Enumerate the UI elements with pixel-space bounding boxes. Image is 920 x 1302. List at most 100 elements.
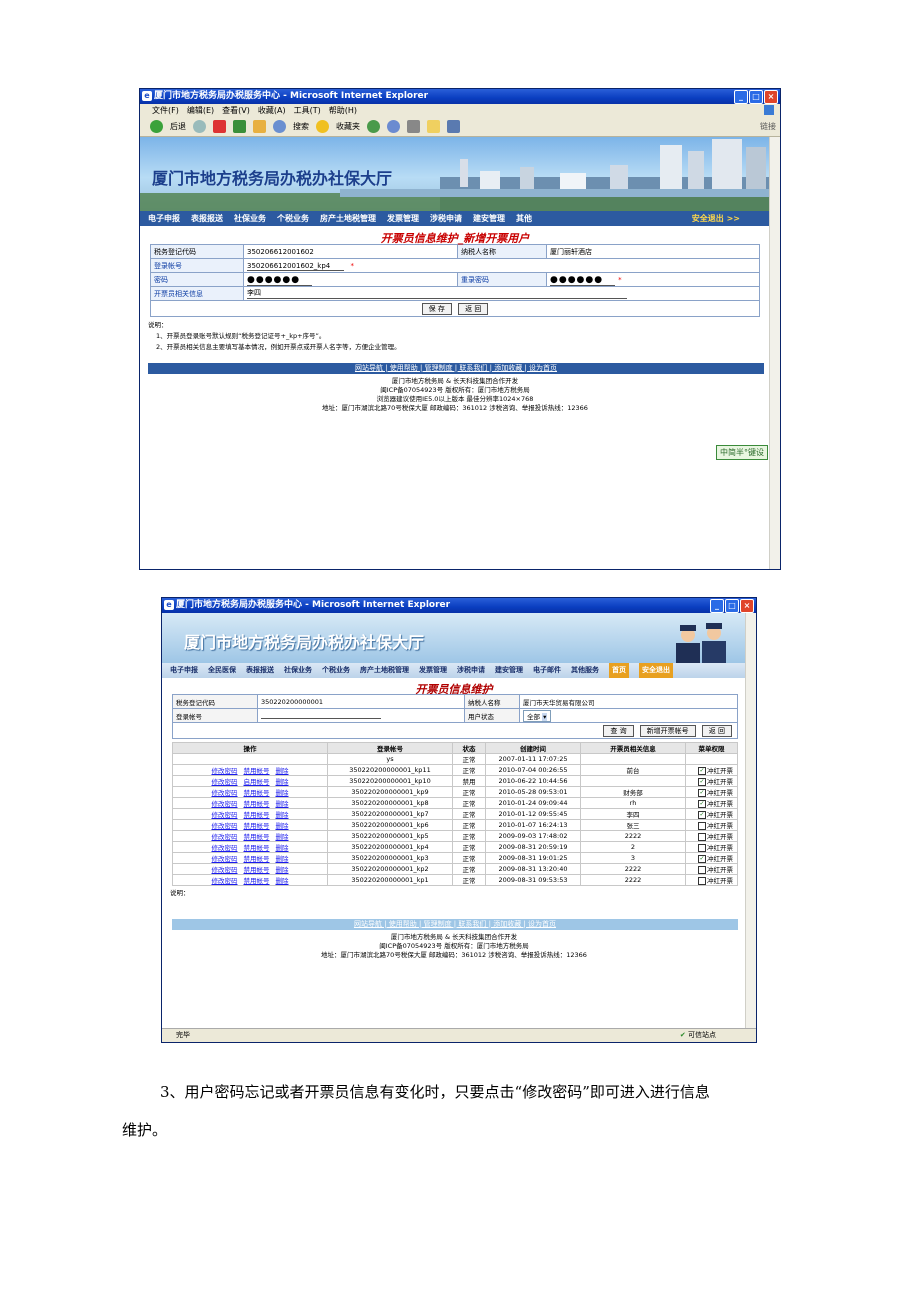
back-button-2[interactable]: 返 回	[701, 724, 732, 737]
perm-checkbox[interactable]: ✓	[698, 811, 706, 819]
forward-icon[interactable]	[193, 120, 206, 133]
disable-account-link[interactable]: 禁用帐号	[244, 833, 270, 841]
nav2-home[interactable]: 首页	[609, 663, 629, 678]
maximize-button-2[interactable]: □	[725, 599, 739, 613]
delete-link[interactable]: 删除	[276, 855, 289, 863]
back-label[interactable]: 后退	[170, 121, 186, 132]
logout-link[interactable]: 安全退出 >>	[692, 211, 740, 226]
disable-account-link[interactable]: 禁用帐号	[244, 811, 270, 819]
disable-account-link[interactable]: 禁用帐号	[244, 844, 270, 852]
nav-item-other[interactable]: 其他	[516, 211, 532, 226]
nav-item-property-tax[interactable]: 房产土地税管理	[320, 211, 376, 226]
nav-item-tax-application[interactable]: 涉税申请	[430, 211, 462, 226]
menu-view[interactable]: 查看(V)	[222, 104, 250, 117]
disable-account-link[interactable]: 禁用帐号	[244, 822, 270, 830]
delete-link[interactable]: 删除	[276, 800, 289, 808]
menu-help[interactable]: 帮助(H)	[329, 104, 357, 117]
perm-checkbox[interactable]	[698, 844, 706, 852]
stop-icon[interactable]	[213, 120, 226, 133]
edit-password-link[interactable]: 修改密码	[212, 877, 238, 885]
delete-link[interactable]: 删除	[276, 877, 289, 885]
enable-account-link[interactable]: 启用帐号	[244, 778, 270, 786]
nav2-item-property-tax[interactable]: 房产土地税管理	[360, 663, 409, 678]
login-account-input[interactable]: 350206612001602_kp4	[247, 261, 345, 271]
menu-edit[interactable]: 编辑(E)	[187, 104, 214, 117]
nav2-item-construction[interactable]: 建安管理	[495, 663, 523, 678]
home-icon[interactable]	[253, 120, 266, 133]
nav2-item-tax-application[interactable]: 涉税申请	[457, 663, 485, 678]
refresh-icon[interactable]	[233, 120, 246, 133]
minimize-button-2[interactable]: _	[710, 599, 724, 613]
nav2-item-e-filing[interactable]: 电子申报	[170, 663, 198, 678]
search-label[interactable]: 搜索	[293, 121, 309, 132]
edit-password-link[interactable]: 修改密码	[212, 822, 238, 830]
delete-link[interactable]: 删除	[276, 811, 289, 819]
disable-account-link[interactable]: 禁用帐号	[244, 767, 270, 775]
delete-link[interactable]: 删除	[276, 822, 289, 830]
repeat-password-input[interactable]: ●●●●●●	[550, 274, 616, 286]
minimize-button[interactable]: _	[734, 90, 748, 104]
perm-checkbox[interactable]: ✓	[698, 767, 706, 775]
vertical-scrollbar-2[interactable]	[745, 613, 756, 1028]
nav-item-construction[interactable]: 建安管理	[473, 211, 505, 226]
perm-checkbox[interactable]	[698, 822, 706, 830]
favorites-icon[interactable]	[316, 120, 329, 133]
nav2-item-medical[interactable]: 全民医保	[208, 663, 236, 678]
edit-password-link[interactable]: 修改密码	[212, 778, 238, 786]
search-icon[interactable]	[273, 120, 286, 133]
menu-tools[interactable]: 工具(T)	[294, 104, 321, 117]
delete-link[interactable]: 删除	[276, 778, 289, 786]
nav2-item-other[interactable]: 其他服务	[571, 663, 599, 678]
perm-checkbox[interactable]	[698, 833, 706, 841]
print-icon[interactable]	[407, 120, 420, 133]
perm-checkbox[interactable]: ✓	[698, 778, 706, 786]
add-account-button[interactable]: 新增开票帐号	[639, 724, 696, 737]
disable-account-link[interactable]: 禁用帐号	[244, 800, 270, 808]
disable-account-link[interactable]: 禁用帐号	[244, 789, 270, 797]
disable-account-link[interactable]: 禁用帐号	[244, 866, 270, 874]
delete-link[interactable]: 删除	[276, 789, 289, 797]
maximize-button[interactable]: □	[749, 90, 763, 104]
perm-checkbox[interactable]: ✓	[698, 789, 706, 797]
nav2-logout[interactable]: 安全退出	[639, 663, 673, 678]
filter-status-select[interactable]: 全部 ▾	[523, 709, 552, 722]
footer-links[interactable]: 网站导航 | 使用帮助 | 管理制度 | 联系我们 | 添加收藏 | 设为首页	[148, 363, 764, 374]
edit-password-link[interactable]: 修改密码	[212, 767, 238, 775]
query-button[interactable]: 查 询	[603, 724, 634, 737]
nav2-item-social-security[interactable]: 社保业务	[284, 663, 312, 678]
perm-checkbox[interactable]: ✓	[698, 800, 706, 808]
save-button[interactable]: 保 存	[421, 302, 452, 315]
nav-item-personal-tax[interactable]: 个税业务	[277, 211, 309, 226]
invoicer-info-input[interactable]: 李四	[247, 288, 627, 299]
perm-checkbox[interactable]: ✓	[698, 855, 706, 863]
close-button-2[interactable]: ×	[740, 599, 754, 613]
edit-password-link[interactable]: 修改密码	[212, 855, 238, 863]
history-icon[interactable]	[367, 120, 380, 133]
edit-password-link[interactable]: 修改密码	[212, 789, 238, 797]
footer-links-2[interactable]: 网站导航 | 使用帮助 | 管理制度 | 联系我们 | 添加收藏 | 设为首页	[172, 919, 738, 930]
edit-password-link[interactable]: 修改密码	[212, 800, 238, 808]
favorites-label[interactable]: 收藏夹	[336, 121, 360, 132]
nav2-item-reports[interactable]: 表报报送	[246, 663, 274, 678]
menu-file[interactable]: 文件(F)	[152, 104, 179, 117]
folder-icon[interactable]	[427, 120, 440, 133]
edit-password-link[interactable]: 修改密码	[212, 833, 238, 841]
disable-account-link[interactable]: 禁用帐号	[244, 877, 270, 885]
disable-account-link[interactable]: 禁用帐号	[244, 855, 270, 863]
menu-favorites[interactable]: 收藏(A)	[258, 104, 286, 117]
back-button[interactable]: 返 回	[458, 302, 489, 315]
links-label[interactable]: 链接	[760, 121, 776, 132]
edit-password-link[interactable]: 修改密码	[212, 866, 238, 874]
nav-item-invoice[interactable]: 发票管理	[387, 211, 419, 226]
messenger-icon[interactable]	[447, 120, 460, 133]
mail-icon[interactable]	[387, 120, 400, 133]
nav2-item-personal-tax[interactable]: 个税业务	[322, 663, 350, 678]
nav2-item-invoice[interactable]: 发票管理	[419, 663, 447, 678]
perm-checkbox[interactable]	[698, 866, 706, 874]
delete-link[interactable]: 删除	[276, 844, 289, 852]
perm-checkbox[interactable]	[698, 877, 706, 885]
nav-item-reports[interactable]: 表报报送	[191, 211, 223, 226]
nav-item-social-security[interactable]: 社保业务	[234, 211, 266, 226]
back-icon[interactable]	[150, 120, 163, 133]
nav-item-e-filing[interactable]: 电子申报	[148, 211, 180, 226]
